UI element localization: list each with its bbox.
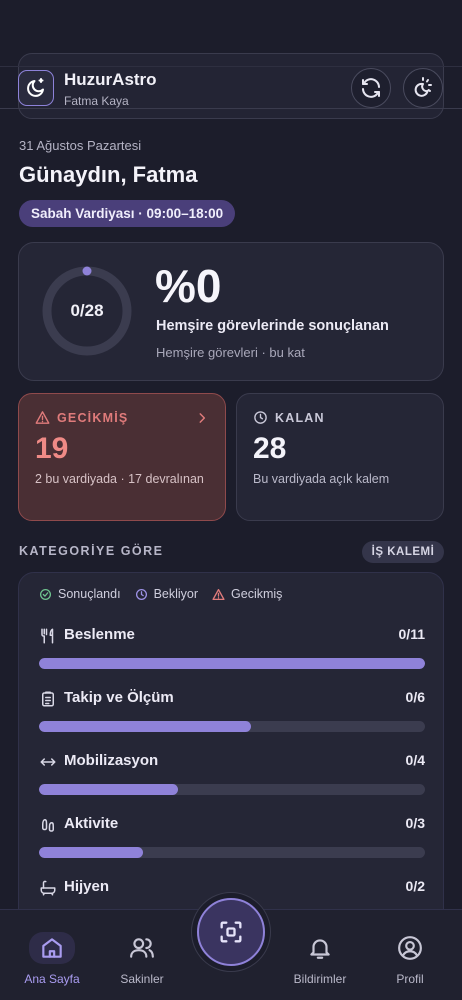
category-name: Aktivite	[64, 815, 119, 832]
user-circle-icon	[398, 936, 422, 960]
legend-overdue: Gecikmiş	[212, 587, 282, 601]
status-legend: Sonuçlandı Bekliyor Gecikmiş	[39, 587, 282, 601]
app-logo	[18, 70, 54, 106]
progress-description: Hemşire görevlerinde sonuçlanan	[156, 318, 389, 334]
clock-icon	[254, 411, 267, 424]
remaining-title: KALAN	[275, 410, 325, 425]
clipboard-icon	[42, 691, 54, 707]
category-name: Mobilizasyon	[64, 752, 159, 769]
category-name: Takip ve Ölçüm	[64, 689, 174, 706]
nav-profile[interactable]: Profil	[370, 932, 450, 986]
remaining-header: KALAN	[253, 410, 325, 425]
legend-waiting-label: Bekliyor	[153, 587, 199, 601]
sun-moon-icon	[414, 77, 432, 97]
category-progress-bar	[39, 721, 425, 732]
category-name: Beslenme	[64, 626, 135, 643]
check-circle-icon	[39, 588, 52, 600]
remaining-description: Bu vardiyada açık kalem	[253, 472, 390, 486]
category-count: 0/3	[405, 815, 425, 831]
progress-scope: Hemşire görevleri · bu kat	[156, 345, 305, 360]
category-row-beslenme[interactable]: Beslenme 0/11	[39, 626, 425, 676]
users-icon	[130, 938, 154, 958]
header-divider-top	[0, 66, 462, 67]
category-count: 0/4	[405, 752, 425, 768]
overdue-header: GECİKMİŞ	[35, 410, 128, 425]
bell-icon	[310, 939, 330, 959]
refresh-button[interactable]	[351, 68, 391, 108]
category-row-takip[interactable]: Takip ve Ölçüm 0/6	[39, 689, 425, 739]
progress-summary-card: 0/28 %0 Hemşire görevlerinde sonuçlanan …	[18, 242, 444, 381]
category-progress-fill	[39, 847, 144, 858]
scan-button[interactable]	[197, 898, 265, 966]
bath-icon	[40, 880, 56, 896]
theme-toggle-button[interactable]	[403, 68, 443, 108]
warning-icon	[212, 588, 225, 600]
clock-icon	[135, 588, 147, 600]
category-section-title: KATEGORİYE GÖRE	[19, 544, 164, 558]
legend-waiting: Bekliyor	[135, 587, 198, 601]
remaining-count: 28	[253, 432, 287, 465]
overdue-card[interactable]: GECİKMİŞ 19 2 bu vardiyada · 17 devralın…	[18, 393, 226, 521]
home-icon	[42, 938, 62, 958]
refresh-icon	[362, 78, 380, 98]
chevron-right-icon	[199, 413, 206, 423]
shift-badge: Sabah Vardiyası · 09:00–18:00	[19, 200, 236, 227]
category-name: Hijyen	[64, 878, 110, 895]
category-count: 0/6	[405, 689, 425, 705]
category-count: 0/2	[405, 878, 425, 894]
work-item-badge[interactable]: İŞ KALEMİ	[362, 541, 444, 563]
legend-done: Sonuçlandı	[39, 587, 121, 601]
nav-residents[interactable]: Sakinler	[102, 932, 182, 986]
nav-profile-label: Profil	[396, 972, 424, 986]
scan-icon	[220, 921, 242, 943]
moon-star-icon	[27, 78, 44, 97]
category-progress-bar	[39, 847, 425, 858]
progress-percent: %0	[155, 260, 222, 312]
nav-notifications[interactable]: Bildirimler	[280, 932, 360, 986]
category-progress-fill	[39, 721, 252, 732]
warning-icon	[35, 411, 50, 424]
category-progress-bar	[39, 784, 425, 795]
greeting-title: Günaydın, Fatma	[19, 162, 198, 187]
category-row-aktivite[interactable]: Aktivite 0/3	[39, 815, 425, 865]
category-count: 0/11	[398, 626, 425, 642]
overdue-title: GECİKMİŞ	[57, 410, 129, 425]
nav-notifications-label: Bildirimler	[293, 972, 347, 986]
utensils-icon	[41, 628, 54, 644]
user-name: Fatma Kaya	[64, 94, 129, 108]
footprints-icon	[42, 819, 54, 832]
app-title: HuzurAstro	[64, 70, 157, 89]
nav-home[interactable]: Ana Sayfa	[12, 932, 92, 986]
progress-count: 0/28	[70, 301, 104, 320]
nav-home-label: Ana Sayfa	[24, 972, 80, 986]
category-progress-fill	[39, 658, 425, 669]
legend-overdue-label: Gecikmiş	[231, 587, 283, 601]
overdue-count: 19	[35, 432, 69, 465]
overdue-description: 2 bu vardiyada · 17 devralınan	[35, 472, 204, 486]
category-progress-bar	[39, 658, 425, 669]
current-date: 31 Ağustos Pazartesi	[19, 138, 142, 153]
category-row-mobilizasyon[interactable]: Mobilizasyon 0/4	[39, 752, 425, 802]
header-divider-bottom	[0, 108, 462, 109]
nav-residents-label: Sakinler	[120, 972, 164, 986]
remaining-card: KALAN 28 Bu vardiyada açık kalem	[236, 393, 444, 521]
arrows-horizontal-icon	[40, 758, 56, 766]
legend-done-label: Sonuçlandı	[58, 587, 121, 601]
category-progress-fill	[39, 784, 178, 795]
